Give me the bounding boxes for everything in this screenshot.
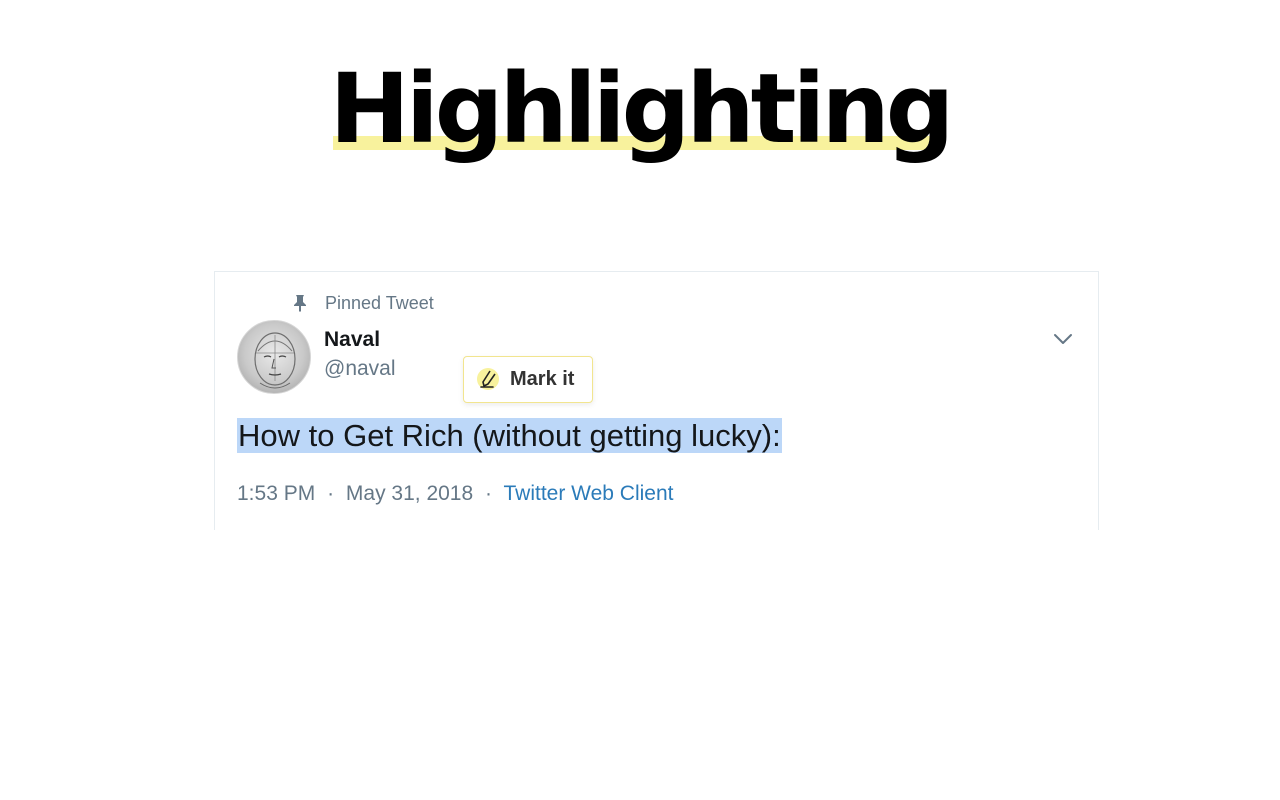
author-handle[interactable]: @naval bbox=[324, 357, 396, 381]
mark-it-label: Mark it bbox=[510, 368, 575, 390]
chevron-down-icon[interactable] bbox=[1052, 330, 1074, 348]
tweet-date[interactable]: May 31, 2018 bbox=[346, 482, 473, 505]
avatar[interactable] bbox=[237, 320, 311, 394]
selected-text[interactable]: How to Get Rich (without getting lucky): bbox=[237, 418, 782, 453]
mark-it-button[interactable]: Mark it bbox=[463, 356, 593, 403]
author-name[interactable]: Naval bbox=[324, 328, 380, 352]
page-title: Highlighting bbox=[325, 50, 954, 168]
tweet-source-link[interactable]: Twitter Web Client bbox=[503, 482, 673, 505]
tweet-time[interactable]: 1:53 PM bbox=[237, 482, 315, 505]
meta-separator: · bbox=[485, 482, 493, 505]
page: Highlighting Pinned Tweet Naval @naval M… bbox=[0, 0, 1280, 800]
tweet-card: Pinned Tweet Naval @naval Mark it How to… bbox=[214, 271, 1099, 530]
pinned-label: Pinned Tweet bbox=[325, 292, 434, 313]
pin-icon bbox=[291, 293, 309, 313]
headline-container: Highlighting bbox=[0, 50, 1280, 168]
meta-separator: · bbox=[327, 482, 335, 505]
page-title-text: Highlighting bbox=[329, 53, 954, 165]
mark-pen-icon bbox=[476, 367, 502, 393]
tweet-text[interactable]: How to Get Rich (without getting lucky): bbox=[237, 414, 782, 458]
tweet-meta: 1:53 PM · May 31, 2018 · Twitter Web Cli… bbox=[237, 482, 673, 506]
pinned-row: Pinned Tweet bbox=[291, 292, 434, 314]
